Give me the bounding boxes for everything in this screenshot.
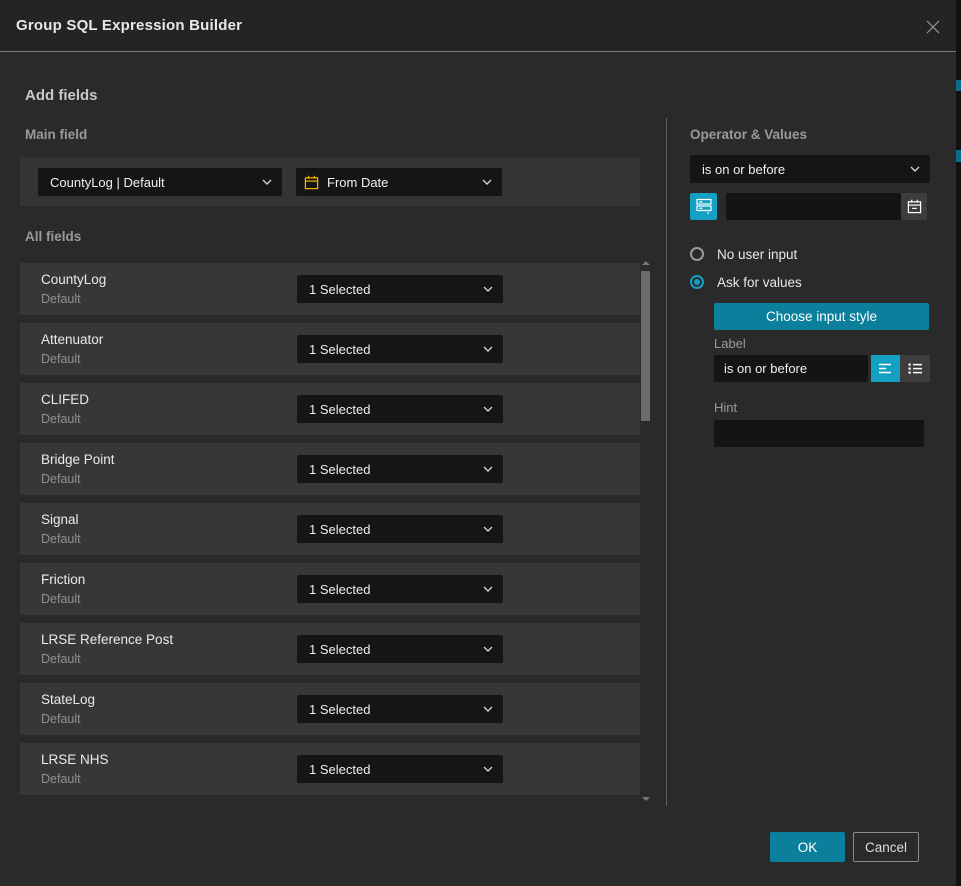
no-user-input-radio[interactable] <box>690 247 704 261</box>
main-field-label: Main field <box>25 127 87 142</box>
list-scrollbar[interactable] <box>640 256 652 806</box>
chevron-down-icon <box>262 179 272 185</box>
field-values-select-value: 1 Selected <box>297 342 483 357</box>
field-name: CountyLog <box>41 272 106 287</box>
field-name: LRSE Reference Post <box>41 632 173 647</box>
single-line-style-toggle[interactable] <box>871 355 900 382</box>
field-subtitle: Default <box>41 532 81 546</box>
ask-for-values-radio[interactable] <box>690 275 704 289</box>
main-field-select-value: From Date <box>319 175 482 190</box>
scroll-up-icon[interactable] <box>642 261 650 265</box>
field-name: Bridge Point <box>41 452 115 467</box>
scrollbar-thumb[interactable] <box>641 271 650 421</box>
field-row: Bridge Point Default 1 Selected <box>20 443 640 495</box>
panel-divider <box>666 118 667 806</box>
field-values-select-value: 1 Selected <box>297 762 483 777</box>
date-picker-button[interactable] <box>901 193 927 220</box>
field-values-select-value: 1 Selected <box>297 582 483 597</box>
main-field-panel: CountyLog | Default From Date <box>20 157 640 206</box>
field-values-select[interactable]: 1 Selected <box>297 515 503 543</box>
date-value-input[interactable] <box>726 193 901 220</box>
field-values-select[interactable]: 1 Selected <box>297 755 503 783</box>
hint-field-label: Hint <box>714 400 737 415</box>
layer-select[interactable]: CountyLog | Default <box>38 168 282 196</box>
field-subtitle: Default <box>41 652 81 666</box>
group-sql-expression-builder-dialog: { "dialog": { "title": "Group SQL Expres… <box>0 0 961 886</box>
field-row: CountyLog Default 1 Selected <box>20 263 640 315</box>
chevron-down-icon <box>483 466 493 472</box>
cancel-button[interactable]: Cancel <box>853 832 919 862</box>
background-highlight <box>956 80 961 91</box>
operator-values-heading: Operator & Values <box>690 127 807 142</box>
field-values-select[interactable]: 1 Selected <box>297 335 503 363</box>
field-name: StateLog <box>41 692 95 707</box>
no-user-input-label[interactable]: No user input <box>717 247 797 262</box>
chevron-down-icon <box>483 286 493 292</box>
all-fields-label: All fields <box>25 229 81 244</box>
field-subtitle: Default <box>41 712 81 726</box>
operator-select[interactable]: is on or before <box>690 155 930 183</box>
choose-input-style-button[interactable]: Choose input style <box>714 303 929 330</box>
all-fields-list: CountyLog Default 1 Selected Attenuator … <box>20 263 640 803</box>
close-icon[interactable] <box>924 18 942 36</box>
field-row: Friction Default 1 Selected <box>20 563 640 615</box>
background-app-edge <box>956 0 961 886</box>
field-subtitle: Default <box>41 292 81 306</box>
chevron-down-icon <box>483 766 493 772</box>
chevron-down-icon <box>483 706 493 712</box>
chevron-down-icon <box>910 166 920 172</box>
chevron-down-icon <box>483 346 493 352</box>
chevron-down-icon <box>482 179 492 185</box>
field-row: LRSE NHS Default 1 Selected <box>20 743 640 795</box>
list-style-toggle[interactable] <box>900 355 930 382</box>
field-values-select-value: 1 Selected <box>297 702 483 717</box>
scroll-down-icon[interactable] <box>642 797 650 801</box>
field-row: Attenuator Default 1 Selected <box>20 323 640 375</box>
field-row: CLIFED Default 1 Selected <box>20 383 640 435</box>
label-field-label: Label <box>714 336 746 351</box>
field-values-select[interactable]: 1 Selected <box>297 635 503 663</box>
chevron-down-icon <box>483 406 493 412</box>
field-values-select[interactable]: 1 Selected <box>297 395 503 423</box>
field-subtitle: Default <box>41 472 81 486</box>
field-row: Signal Default 1 Selected <box>20 503 640 555</box>
field-name: Attenuator <box>41 332 103 347</box>
ok-button[interactable]: OK <box>770 832 845 862</box>
field-row: LRSE Reference Post Default 1 Selected <box>20 623 640 675</box>
field-values-select[interactable]: 1 Selected <box>297 695 503 723</box>
chevron-down-icon <box>483 586 493 592</box>
field-values-select-value: 1 Selected <box>297 462 483 477</box>
field-values-select[interactable]: 1 Selected <box>297 575 503 603</box>
field-name: LRSE NHS <box>41 752 109 767</box>
label-input[interactable] <box>714 355 868 382</box>
field-subtitle: Default <box>41 412 81 426</box>
hint-input[interactable] <box>714 420 924 447</box>
field-subtitle: Default <box>41 772 81 786</box>
main-field-select[interactable]: From Date <box>296 168 502 196</box>
background-highlight <box>956 150 961 162</box>
field-name: CLIFED <box>41 392 89 407</box>
field-row: StateLog Default 1 Selected <box>20 683 640 735</box>
chevron-down-icon <box>483 526 493 532</box>
layer-select-value: CountyLog | Default <box>38 175 262 190</box>
field-values-select-value: 1 Selected <box>297 402 483 417</box>
field-values-select-value: 1 Selected <box>297 282 483 297</box>
field-name: Signal <box>41 512 79 527</box>
field-values-select[interactable]: 1 Selected <box>297 275 503 303</box>
dialog-titlebar: Group SQL Expression Builder <box>0 0 956 52</box>
field-values-select-value: 1 Selected <box>297 522 483 537</box>
calendar-icon <box>304 175 319 190</box>
field-values-select[interactable]: 1 Selected <box>297 455 503 483</box>
field-subtitle: Default <box>41 592 81 606</box>
field-values-select-value: 1 Selected <box>297 642 483 657</box>
add-fields-heading: Add fields <box>25 87 98 104</box>
ask-for-values-label[interactable]: Ask for values <box>717 275 802 290</box>
chevron-down-icon <box>483 646 493 652</box>
dialog-title: Group SQL Expression Builder <box>16 17 242 34</box>
operator-select-value: is on or before <box>690 162 910 177</box>
field-name: Friction <box>41 572 85 587</box>
input-type-button[interactable] <box>690 193 717 220</box>
field-subtitle: Default <box>41 352 81 366</box>
